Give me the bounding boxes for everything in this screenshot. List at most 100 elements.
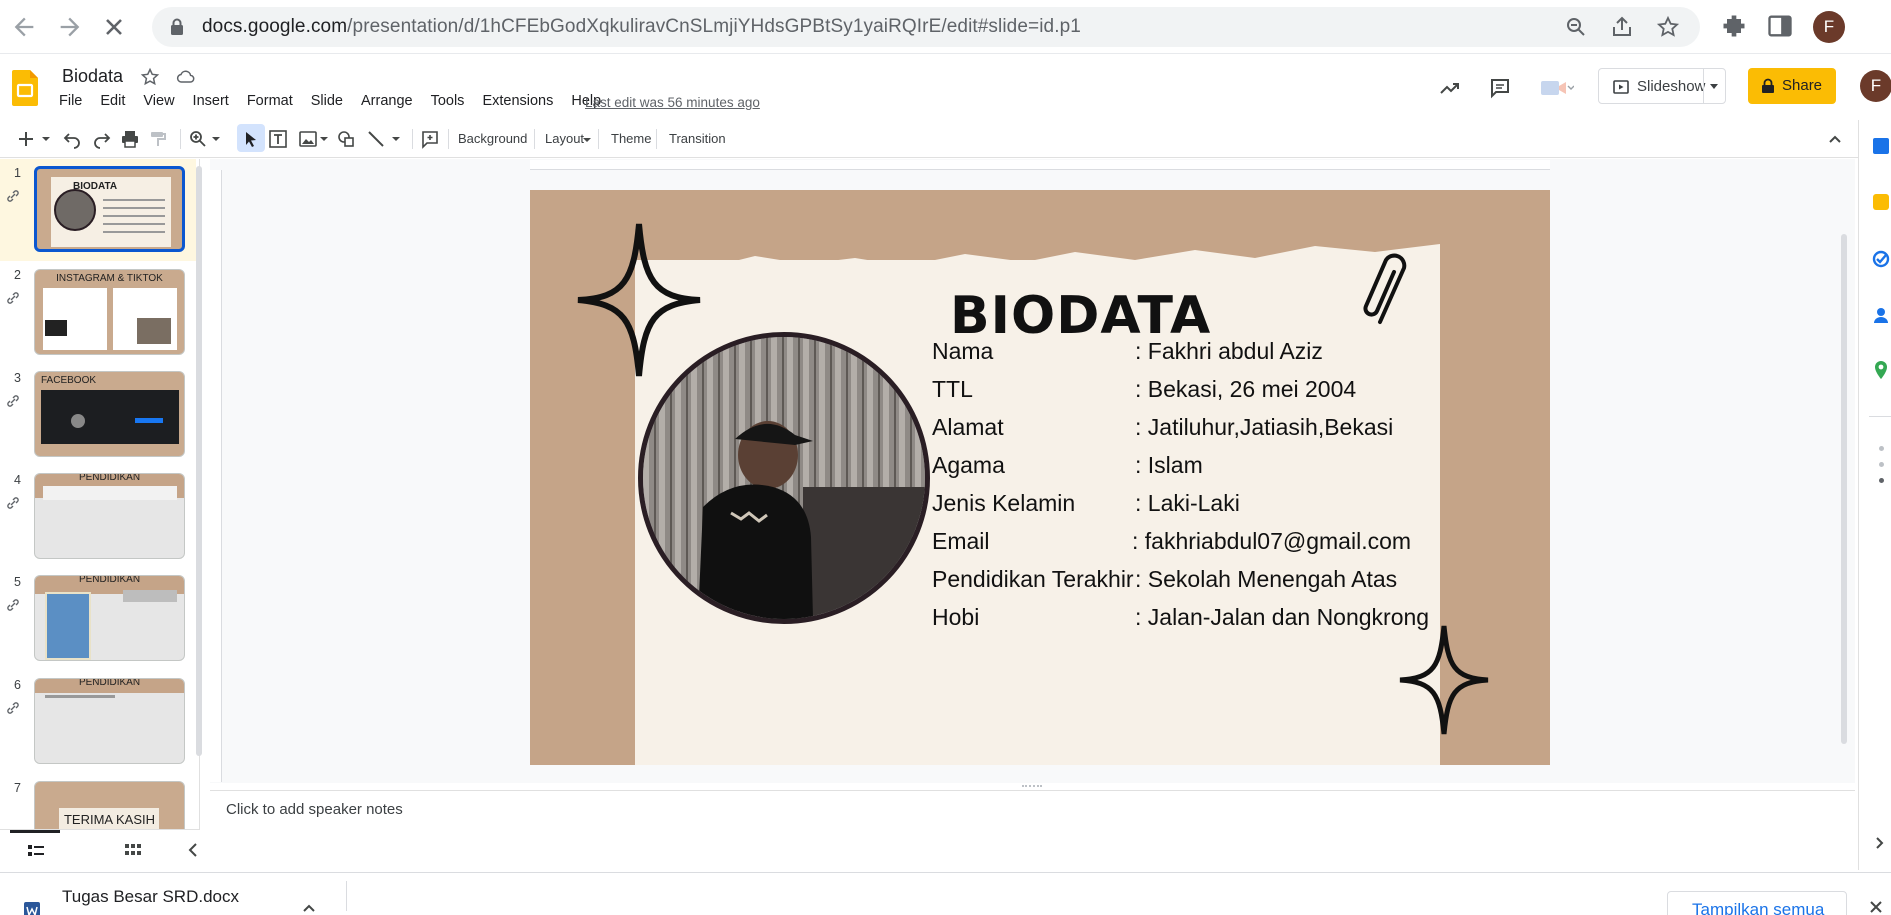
shape-icon[interactable] bbox=[336, 129, 356, 149]
contacts-icon[interactable] bbox=[1872, 306, 1890, 324]
print-icon[interactable] bbox=[120, 129, 140, 149]
bookmark-star-icon[interactable] bbox=[1656, 15, 1680, 39]
select-cursor-icon[interactable] bbox=[241, 129, 261, 149]
line-icon[interactable] bbox=[366, 129, 386, 149]
slides-logo-icon[interactable] bbox=[12, 70, 38, 106]
profile-photo[interactable] bbox=[638, 332, 930, 624]
slide-thumbnail-1[interactable]: BIODATA bbox=[34, 166, 185, 252]
chevron-down-icon[interactable] bbox=[40, 129, 52, 149]
chevron-down-icon[interactable] bbox=[582, 129, 592, 149]
side-panel-icon[interactable] bbox=[1766, 12, 1794, 40]
url-host: docs.google.com bbox=[202, 16, 348, 37]
background-button[interactable]: Background bbox=[458, 131, 527, 146]
chevron-right-icon[interactable] bbox=[1875, 836, 1885, 850]
canvas-scrollbar[interactable] bbox=[1841, 234, 1847, 744]
stop-loading-icon[interactable] bbox=[100, 13, 128, 41]
menu-extensions[interactable]: Extensions bbox=[479, 93, 556, 109]
slide-thumbnail-5[interactable]: PENDIDIKAN bbox=[34, 575, 185, 661]
bio-label: Email bbox=[932, 528, 990, 554]
tasks-icon[interactable] bbox=[1872, 250, 1890, 268]
zoom-icon[interactable] bbox=[188, 129, 208, 149]
slide-thumbnail-4[interactable]: PENDIDIKAN bbox=[34, 473, 185, 559]
add-comment-icon[interactable] bbox=[420, 129, 440, 149]
zoom-icon[interactable] bbox=[1564, 15, 1588, 39]
slide-thumbnail-6[interactable]: PENDIDIKAN bbox=[34, 678, 185, 764]
menu-file[interactable]: File bbox=[56, 93, 85, 109]
new-slide-plus-icon[interactable] bbox=[16, 129, 36, 149]
extensions-icon[interactable] bbox=[1720, 12, 1748, 40]
layout-button[interactable]: Layout bbox=[545, 131, 584, 146]
account-avatar[interactable]: F bbox=[1860, 70, 1891, 102]
chevron-down-icon[interactable] bbox=[210, 129, 222, 149]
profile-avatar[interactable]: F bbox=[1813, 11, 1845, 43]
comments-icon[interactable] bbox=[1488, 76, 1512, 100]
slide-thumbnail-7[interactable]: TERIMA KASIH bbox=[34, 781, 185, 829]
last-edit-link[interactable]: Last edit was 56 minutes ago bbox=[585, 95, 760, 110]
redo-icon[interactable] bbox=[92, 129, 112, 149]
bio-label: Alamat bbox=[932, 414, 1004, 440]
grid-view-icon[interactable] bbox=[125, 844, 141, 858]
menu-arrange[interactable]: Arrange bbox=[358, 93, 416, 109]
slide-number: 3 bbox=[14, 371, 21, 385]
show-all-downloads-button[interactable]: Tampilkan semua bbox=[1667, 891, 1847, 915]
download-file-name[interactable]: Tugas Besar SRD.docx bbox=[62, 887, 239, 907]
slide-caption: PENDIDIKAN bbox=[78, 678, 141, 688]
keep-icon[interactable] bbox=[1873, 194, 1889, 210]
cloud-status-icon[interactable] bbox=[176, 67, 196, 87]
link-icon bbox=[7, 702, 19, 714]
share-page-icon[interactable] bbox=[1610, 15, 1634, 39]
menu-format[interactable]: Format bbox=[244, 93, 296, 109]
slide-title[interactable]: BIODATA bbox=[950, 286, 1211, 346]
back-icon[interactable] bbox=[10, 13, 38, 41]
menu-view[interactable]: View bbox=[140, 93, 177, 109]
chevron-down-icon[interactable] bbox=[390, 129, 402, 149]
share-button[interactable]: Share bbox=[1748, 68, 1836, 104]
thumb-line bbox=[103, 199, 165, 201]
menu-slide[interactable]: Slide bbox=[308, 93, 346, 109]
slide-canvas[interactable]: BIODATA Nama : Fakhri abdul Aziz TTL: B… bbox=[530, 190, 1550, 765]
slide-number: 2 bbox=[14, 268, 21, 282]
slideshow-button[interactable]: Slideshow bbox=[1598, 68, 1726, 104]
paint-format-icon[interactable] bbox=[148, 129, 168, 149]
text-box-icon[interactable] bbox=[268, 129, 288, 149]
thumb-photo bbox=[54, 189, 96, 231]
chevron-down-icon[interactable] bbox=[1709, 83, 1719, 91]
chevron-up-icon[interactable] bbox=[302, 903, 316, 913]
link-icon bbox=[7, 599, 19, 611]
download-bar: Tugas Besar SRD.docx Tampilkan semua bbox=[0, 872, 1891, 915]
collapse-panel-icon[interactable] bbox=[188, 842, 198, 858]
image-icon[interactable] bbox=[298, 129, 318, 149]
menu-tools[interactable]: Tools bbox=[428, 93, 468, 109]
thumb-screenshot bbox=[135, 418, 163, 423]
toolbar-divider bbox=[180, 129, 181, 149]
maps-icon[interactable] bbox=[1873, 360, 1889, 380]
lock-icon bbox=[171, 18, 183, 35]
forward-icon[interactable] bbox=[56, 13, 84, 41]
bio-value: : Laki-Laki bbox=[1135, 490, 1240, 516]
transition-button[interactable]: Transition bbox=[669, 131, 726, 146]
list-view-icon[interactable] bbox=[28, 844, 44, 858]
notes-resize-handle[interactable] bbox=[1022, 785, 1042, 789]
link-icon bbox=[7, 190, 19, 202]
chevron-down-icon[interactable] bbox=[318, 129, 330, 149]
theme-button[interactable]: Theme bbox=[611, 131, 651, 146]
menu-edit[interactable]: Edit bbox=[97, 93, 128, 109]
filmstrip-scrollbar[interactable] bbox=[196, 166, 202, 756]
paperclip-icon bbox=[1363, 253, 1407, 324]
undo-icon[interactable] bbox=[62, 129, 82, 149]
chevron-up-icon[interactable] bbox=[1825, 129, 1845, 149]
document-title[interactable]: Biodata bbox=[62, 66, 123, 87]
activity-trend-icon[interactable] bbox=[1438, 76, 1462, 100]
bio-label: Jenis Kelamin bbox=[932, 490, 1076, 516]
meet-icon[interactable] bbox=[1540, 76, 1574, 100]
speaker-notes[interactable]: Click to add speaker notes bbox=[210, 785, 1855, 870]
star-icon[interactable] bbox=[140, 67, 160, 87]
thumb-content bbox=[123, 590, 177, 602]
close-icon[interactable] bbox=[1868, 899, 1884, 915]
toolbar-divider bbox=[412, 129, 413, 149]
menu-insert[interactable]: Insert bbox=[190, 93, 232, 109]
calendar-icon[interactable] bbox=[1873, 138, 1889, 154]
slide-thumbnail-3[interactable]: FACEBOOK bbox=[34, 371, 185, 457]
slide-thumbnail-2[interactable]: INSTAGRAM & TIKTOK bbox=[34, 269, 185, 355]
address-bar[interactable]: docs.google.com/presentation/d/1hCFEbGod… bbox=[152, 7, 1700, 47]
